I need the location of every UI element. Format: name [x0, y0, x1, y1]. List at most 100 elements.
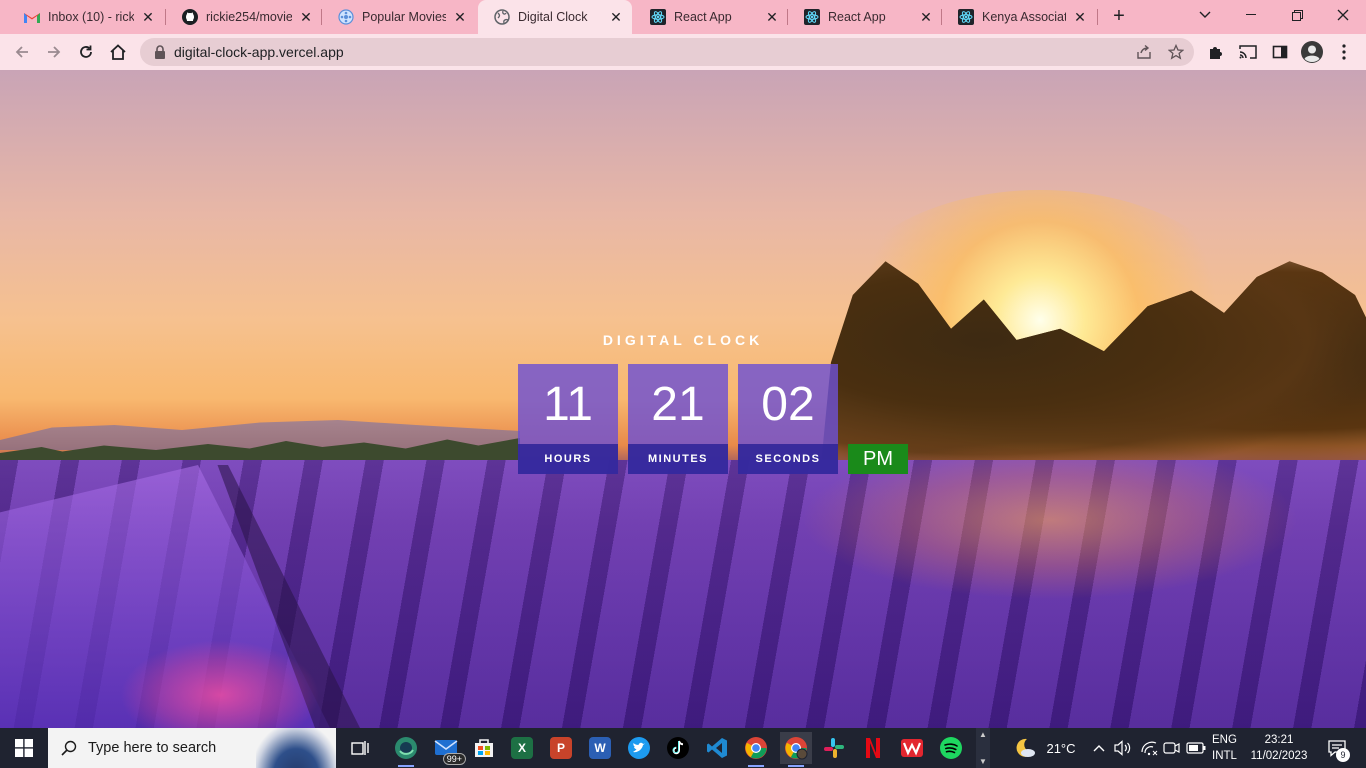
browser-menu-button[interactable] [1332, 40, 1356, 64]
system-clock[interactable]: 23:21 11/02/2023 [1246, 732, 1312, 764]
wps-icon [901, 739, 923, 757]
powerpoint-icon: P [550, 737, 572, 759]
close-icon [1337, 9, 1349, 21]
tab-title: Popular Movies [362, 10, 446, 24]
battery-button[interactable] [1184, 728, 1208, 768]
system-date: 11/02/2023 [1250, 750, 1308, 762]
taskbar-app-excel[interactable]: X [506, 732, 538, 764]
twitter-icon [628, 737, 650, 759]
tab-github[interactable]: rickie254/movie- ✕ [166, 0, 322, 34]
taskbar-app-powerpoint[interactable]: P [545, 732, 577, 764]
page-viewport: DIGITAL CLOCK 11 HOURS 21 MINUTES 02 SEC… [0, 70, 1366, 728]
chevron-up-icon [1093, 745, 1105, 752]
tab-title: React App [674, 10, 732, 24]
close-tab-icon[interactable]: ✕ [452, 9, 468, 25]
excel-icon: X [511, 737, 533, 759]
share-icon[interactable] [1134, 42, 1154, 62]
cast-button[interactable] [1236, 40, 1260, 64]
reload-icon [80, 45, 92, 58]
tab-react-app-1[interactable]: React App ✕ [634, 0, 788, 34]
close-tab-icon[interactable]: ✕ [1072, 9, 1088, 25]
taskbar: Type here to search 99+ X P W ▲ ▼ 21°C E… [0, 728, 1366, 768]
meet-now-button[interactable] [1160, 728, 1182, 768]
taskbar-app-twitter[interactable] [623, 732, 655, 764]
taskbar-app-chrome[interactable] [740, 732, 772, 767]
taskbar-app-wps[interactable] [896, 732, 928, 764]
address-bar[interactable]: digital-clock-app.vercel.app [140, 38, 1194, 66]
tiktok-icon [667, 737, 689, 759]
network-button[interactable] [1138, 728, 1160, 768]
tab-strip: Inbox (10) - rickie ✕ rickie254/movie- ✕… [0, 0, 1366, 34]
close-tab-icon[interactable]: ✕ [608, 9, 624, 25]
restore-icon [1291, 9, 1303, 21]
minimize-icon [1246, 14, 1256, 15]
back-button[interactable] [10, 40, 34, 64]
keyboard-layout: INTL [1212, 750, 1237, 762]
start-button[interactable] [0, 728, 48, 768]
chrome-icon [745, 737, 767, 759]
taskbar-app-chrome-profile[interactable] [780, 732, 812, 767]
weather-button[interactable] [1010, 728, 1040, 768]
tab-search-button[interactable] [1182, 0, 1228, 30]
tab-kenya-association[interactable]: Kenya Associatio ✕ [942, 0, 1096, 34]
tab-digital-clock[interactable]: Digital Clock ✕ [478, 0, 632, 34]
extensions-button[interactable] [1204, 40, 1228, 64]
close-window-button[interactable] [1320, 0, 1366, 30]
reload-button[interactable] [74, 40, 98, 64]
taskbar-app-netflix[interactable] [857, 732, 889, 764]
input-language[interactable]: ENG INTL [1212, 732, 1242, 764]
meridiem-badge: PM [848, 444, 908, 474]
task-view-button[interactable] [344, 732, 376, 764]
chevron-down-icon[interactable]: ▼ [979, 757, 987, 766]
taskbar-app-edge-beta[interactable] [390, 732, 422, 767]
forward-arrow-icon [48, 46, 61, 58]
taskbar-app-vscode[interactable] [701, 732, 733, 764]
volume-button[interactable] [1112, 728, 1134, 768]
tab-gmail[interactable]: Inbox (10) - rickie ✕ [8, 0, 164, 34]
taskbar-app-store[interactable] [468, 732, 500, 764]
side-panel-button[interactable] [1268, 40, 1292, 64]
edge-beta-icon [395, 737, 417, 759]
bookmark-star-icon[interactable] [1166, 42, 1186, 62]
kebab-menu-icon [1342, 44, 1346, 60]
lock-icon[interactable] [152, 44, 168, 60]
back-arrow-icon [15, 46, 28, 58]
restore-button[interactable] [1274, 0, 1320, 30]
slack-icon [824, 738, 844, 758]
forward-button[interactable] [42, 40, 66, 64]
store-icon [475, 739, 493, 757]
close-tab-icon[interactable]: ✕ [140, 9, 156, 25]
hours-value: 11 [543, 378, 593, 431]
url-text[interactable]: digital-clock-app.vercel.app [174, 44, 344, 60]
seconds-label: SECONDS [738, 444, 838, 474]
chevron-up-icon[interactable]: ▲ [979, 730, 987, 739]
close-tab-icon[interactable]: ✕ [764, 9, 780, 25]
home-icon [110, 44, 126, 60]
taskbar-scroll[interactable]: ▲ ▼ [976, 728, 990, 768]
close-tab-icon[interactable]: ✕ [918, 9, 934, 25]
taskbar-app-spotify[interactable] [935, 732, 967, 764]
mail-unread-badge: 99+ [442, 753, 466, 765]
taskbar-app-slack[interactable] [818, 732, 850, 764]
tab-react-app-2[interactable]: React App ✕ [788, 0, 942, 34]
tray-overflow-button[interactable] [1090, 728, 1108, 768]
windows-logo-icon [15, 739, 33, 757]
profile-avatar[interactable] [1300, 40, 1324, 64]
taskbar-app-mail[interactable]: 99+ [430, 732, 466, 765]
weather-temperature[interactable]: 21°C [1042, 728, 1080, 768]
taskbar-app-word[interactable]: W [584, 732, 616, 764]
close-tab-icon[interactable]: ✕ [298, 9, 314, 25]
notification-center-button[interactable]: 9 [1322, 728, 1352, 768]
minimize-button[interactable] [1228, 0, 1274, 30]
tab-separator [1097, 9, 1098, 25]
tab-title: Inbox (10) - rickie [48, 10, 134, 24]
battery-icon [1186, 742, 1206, 754]
taskbar-app-tiktok[interactable] [662, 732, 694, 764]
search-highlight-art [256, 728, 336, 768]
moon-cloud-icon [1016, 738, 1035, 757]
tab-title: Digital Clock [518, 10, 588, 24]
new-tab-button[interactable]: + [1108, 6, 1130, 28]
tab-popular-movies[interactable]: Popular Movies ✕ [322, 0, 476, 34]
taskbar-search[interactable]: Type here to search [48, 728, 336, 768]
home-button[interactable] [106, 40, 130, 64]
